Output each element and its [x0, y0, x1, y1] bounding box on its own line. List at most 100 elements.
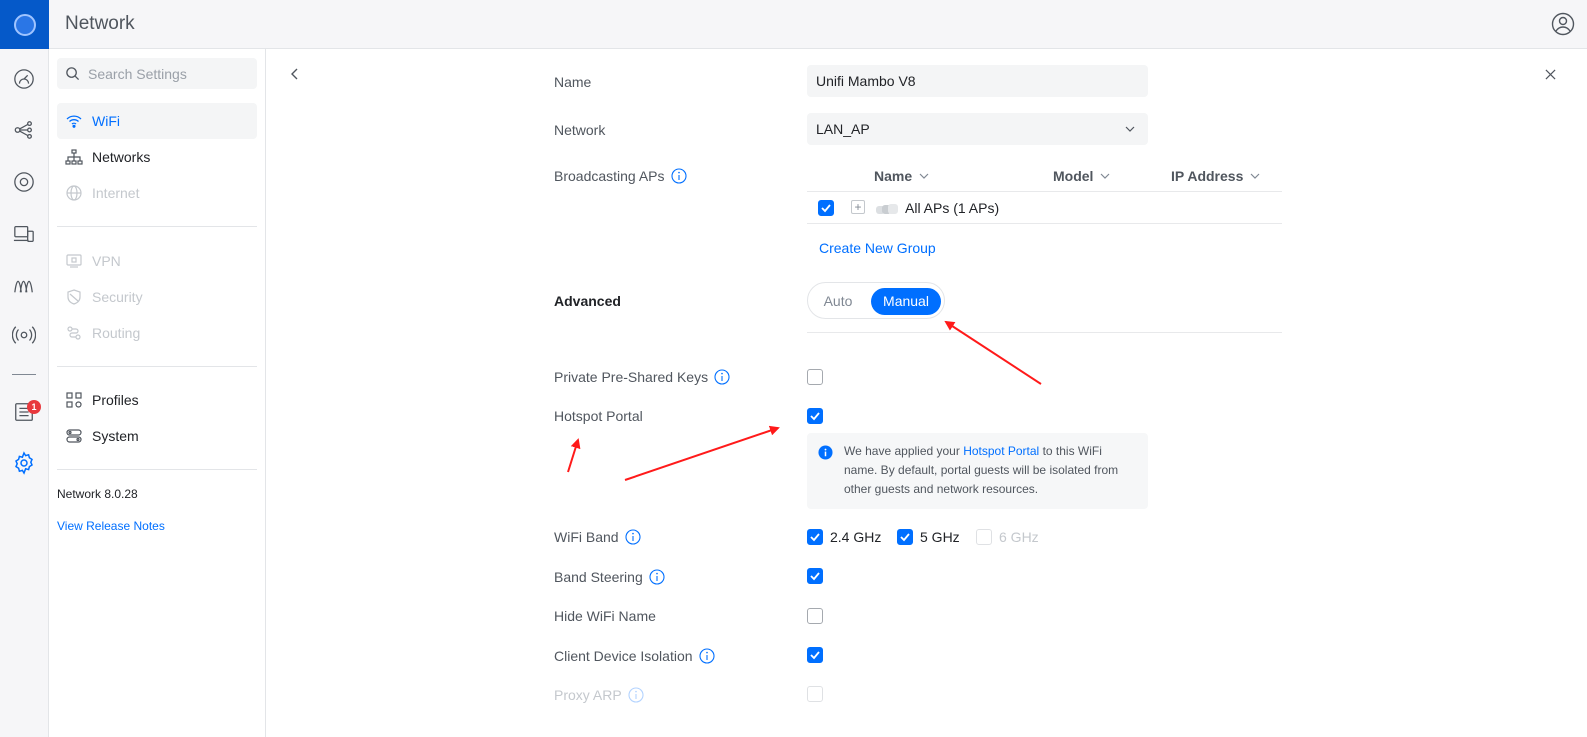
search-box[interactable] — [57, 58, 257, 89]
topology-icon[interactable] — [12, 118, 36, 142]
sidebar-item-routing[interactable]: Routing — [57, 315, 257, 351]
advanced-label: Advanced — [554, 293, 621, 309]
sidebar-item-internet[interactable]: Internet — [57, 175, 257, 211]
sidebar-item-label: WiFi — [92, 113, 120, 129]
info-icon[interactable] — [625, 529, 641, 545]
advanced-manual-option[interactable]: Manual — [871, 288, 941, 315]
sidebar-item-security[interactable]: Security — [57, 279, 257, 315]
section-divider — [807, 332, 1282, 333]
chevron-left-icon — [291, 68, 298, 80]
statistics-icon[interactable] — [12, 273, 36, 297]
clients-icon[interactable] — [12, 222, 36, 246]
client-isolation-checkbox[interactable] — [807, 647, 823, 663]
info-icon[interactable] — [670, 168, 687, 184]
name-field[interactable] — [807, 65, 1148, 97]
band-2-4ghz-checkbox[interactable] — [807, 529, 823, 545]
ppsk-checkbox[interactable] — [807, 369, 823, 385]
hide-wifi-name-checkbox[interactable] — [807, 608, 823, 624]
sidebar-item-label: Internet — [92, 185, 140, 201]
sidebar-item-label: Security — [92, 289, 143, 305]
sidebar-item-wifi[interactable]: WiFi — [57, 103, 257, 139]
sidebar-item-label: Routing — [92, 325, 141, 341]
all-aps-checkbox[interactable] — [818, 200, 834, 216]
settings-sidebar: WiFi Networks Internet VPN Security Rout… — [49, 49, 266, 737]
proxy-arp-checkbox[interactable] — [807, 686, 823, 702]
rail-divider — [12, 374, 36, 375]
search-input[interactable] — [88, 65, 248, 82]
sidebar-divider — [57, 469, 257, 470]
wifi-band-label: WiFi Band — [554, 529, 641, 545]
insights-icon[interactable] — [12, 323, 36, 347]
dashboard-icon[interactable] — [12, 67, 36, 91]
column-header-name[interactable]: Name — [874, 168, 930, 184]
sidebar-divider — [57, 226, 257, 227]
all-aps-row-label: All APs (1 APs) — [905, 200, 1000, 216]
hotspot-notice-text: We have applied your Hotspot Portal to t… — [844, 444, 1119, 496]
table-divider — [807, 191, 1282, 192]
band-6ghz-checkbox[interactable] — [976, 529, 992, 545]
access-point-icon — [876, 202, 898, 214]
devices-icon[interactable] — [12, 170, 36, 194]
app-title: Network — [65, 13, 135, 34]
info-icon[interactable] — [649, 569, 665, 585]
globe-icon — [65, 184, 83, 202]
proxy-arp-label: Proxy ARP — [554, 687, 644, 703]
user-account-icon[interactable] — [1551, 12, 1575, 36]
chevron-down-icon — [1125, 126, 1135, 132]
network-topology-icon — [65, 148, 83, 166]
sidebar-item-label: VPN — [92, 253, 121, 269]
info-icon[interactable] — [714, 369, 730, 385]
band-6ghz-label: 6 GHz — [999, 529, 1039, 545]
hide-wifi-name-label: Hide WiFi Name — [554, 608, 656, 624]
column-header-model[interactable]: Model — [1053, 168, 1111, 184]
broadcasting-aps-label: Broadcasting APs — [554, 168, 687, 184]
chevron-down-icon — [1250, 173, 1260, 179]
band-5ghz-label: 5 GHz — [920, 529, 960, 545]
create-new-group-link[interactable]: Create New Group — [819, 240, 936, 256]
routing-icon — [65, 324, 83, 342]
network-select[interactable]: LAN_AP — [807, 113, 1148, 145]
client-isolation-label: Client Device Isolation — [554, 648, 715, 664]
hotspot-portal-link[interactable]: Hotspot Portal — [963, 444, 1039, 458]
wifi-icon — [65, 112, 83, 130]
column-header-ip-address[interactable]: IP Address — [1171, 168, 1261, 184]
name-label: Name — [554, 74, 592, 90]
band-steering-checkbox[interactable] — [807, 568, 823, 584]
ppsk-label: Private Pre-Shared Keys — [554, 369, 730, 385]
sidebar-item-profiles[interactable]: Profiles — [57, 382, 257, 418]
advanced-mode-toggle: Auto Manual — [807, 282, 945, 319]
band-2-4ghz-label: 2.4 GHz — [830, 529, 882, 545]
profiles-icon — [65, 391, 83, 409]
hotspot-portal-label: Hotspot Portal — [554, 408, 643, 424]
hotspot-portal-checkbox[interactable] — [807, 408, 823, 424]
close-button[interactable] — [1540, 64, 1560, 84]
hotspot-notice: We have applied your Hotspot Portal to t… — [807, 433, 1148, 509]
unifi-logo-icon[interactable] — [0, 0, 49, 49]
alerts-badge: 1 — [27, 400, 41, 414]
band-5ghz-checkbox[interactable] — [897, 529, 913, 545]
table-divider — [807, 223, 1282, 224]
sidebar-item-label: Profiles — [92, 392, 139, 408]
sidebar-item-vpn[interactable]: VPN — [57, 243, 257, 279]
sidebar-item-system[interactable]: System — [57, 418, 257, 454]
network-label: Network — [554, 122, 606, 138]
app-rail: 1 — [0, 0, 49, 737]
network-select-value: LAN_AP — [816, 121, 870, 137]
band-steering-label: Band Steering — [554, 569, 665, 585]
advanced-auto-option[interactable]: Auto — [818, 289, 858, 314]
settings-gear-icon[interactable] — [12, 451, 36, 475]
top-bar: Network — [49, 0, 1587, 49]
chevron-down-icon — [919, 173, 929, 179]
info-icon[interactable] — [628, 687, 644, 703]
info-icon[interactable] — [698, 648, 715, 664]
expand-group-button[interactable]: + — [851, 200, 865, 214]
sidebar-item-networks[interactable]: Networks — [57, 139, 257, 175]
sidebar-item-label: Networks — [92, 149, 151, 165]
close-icon — [1544, 68, 1556, 80]
release-notes-link[interactable]: View Release Notes — [57, 519, 165, 533]
name-input[interactable] — [816, 73, 1116, 89]
back-button[interactable] — [285, 64, 305, 84]
annotation-arrow-label — [567, 438, 581, 473]
chevron-down-icon — [1101, 173, 1110, 179]
info-filled-icon — [818, 445, 833, 460]
